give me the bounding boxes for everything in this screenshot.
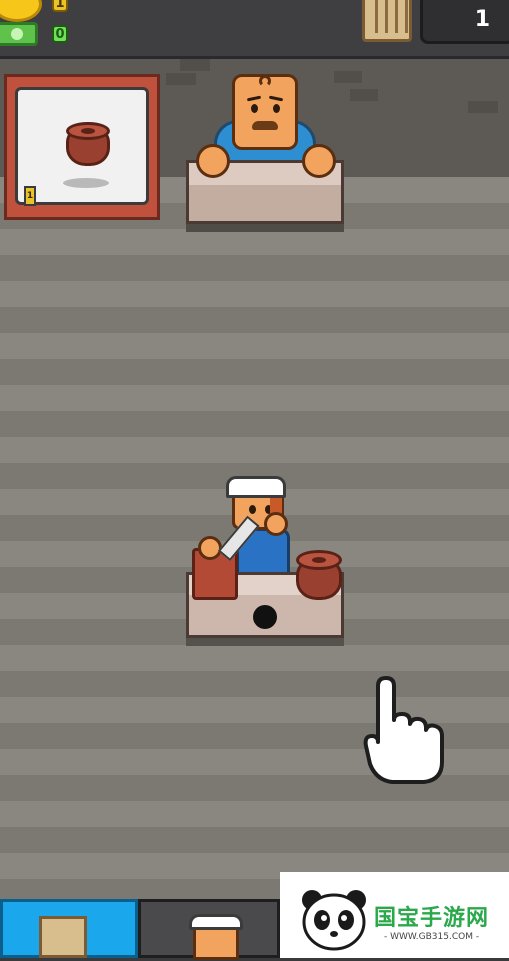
table-shadow — [186, 638, 344, 646]
level-indicator: 1 — [420, 0, 509, 44]
worker-hand — [198, 536, 222, 560]
watermark-title: 国宝手游网 — [374, 906, 490, 931]
wall-brick — [166, 73, 196, 85]
eyebrow — [268, 95, 284, 102]
order-card-panel: 1 — [15, 87, 149, 206]
watermark-url: - WWW.GB315.COM - — [384, 932, 480, 942]
worker-cap — [226, 476, 286, 498]
mustache — [252, 121, 278, 130]
cash-icon — [0, 22, 38, 46]
cash-count: 0 — [52, 25, 68, 43]
order-card[interactable]: 1 — [4, 74, 160, 220]
eye — [251, 104, 258, 113]
customer-head — [232, 74, 298, 150]
planks-icon — [39, 916, 87, 958]
eyebrow — [246, 95, 262, 102]
wall-brick — [468, 101, 498, 113]
eye — [273, 104, 280, 113]
wall-brick — [180, 59, 210, 71]
clay-pot-rim — [66, 122, 110, 140]
tab-worker[interactable] — [138, 899, 280, 960]
customer-hand — [196, 144, 230, 178]
level-number: 1 — [474, 7, 490, 32]
worker-hand — [264, 512, 288, 536]
worker-cap-icon — [189, 914, 243, 930]
watermark: 国宝手游网 - WWW.GB315.COM - — [280, 872, 509, 958]
tab-planks[interactable] — [0, 899, 138, 958]
coin-icon — [0, 0, 42, 22]
counter-shadow — [186, 224, 344, 232]
wall-brick — [350, 89, 378, 101]
customer-hand — [302, 144, 336, 178]
order-count: 1 — [24, 186, 36, 206]
coin-count: 1 — [52, 0, 68, 12]
cash-icon-dot — [11, 28, 23, 40]
eye — [249, 505, 256, 514]
clay-pot-rim — [296, 550, 342, 570]
top-hud: 1 0 1 — [0, 0, 509, 59]
wall-brick — [334, 71, 362, 83]
tap-hand-icon — [362, 676, 450, 792]
table-hole — [253, 605, 277, 629]
item-shadow — [63, 178, 109, 188]
hair-curl — [259, 75, 271, 87]
planks-icon[interactable] — [362, 0, 412, 42]
panda-logo-icon — [302, 890, 366, 951]
